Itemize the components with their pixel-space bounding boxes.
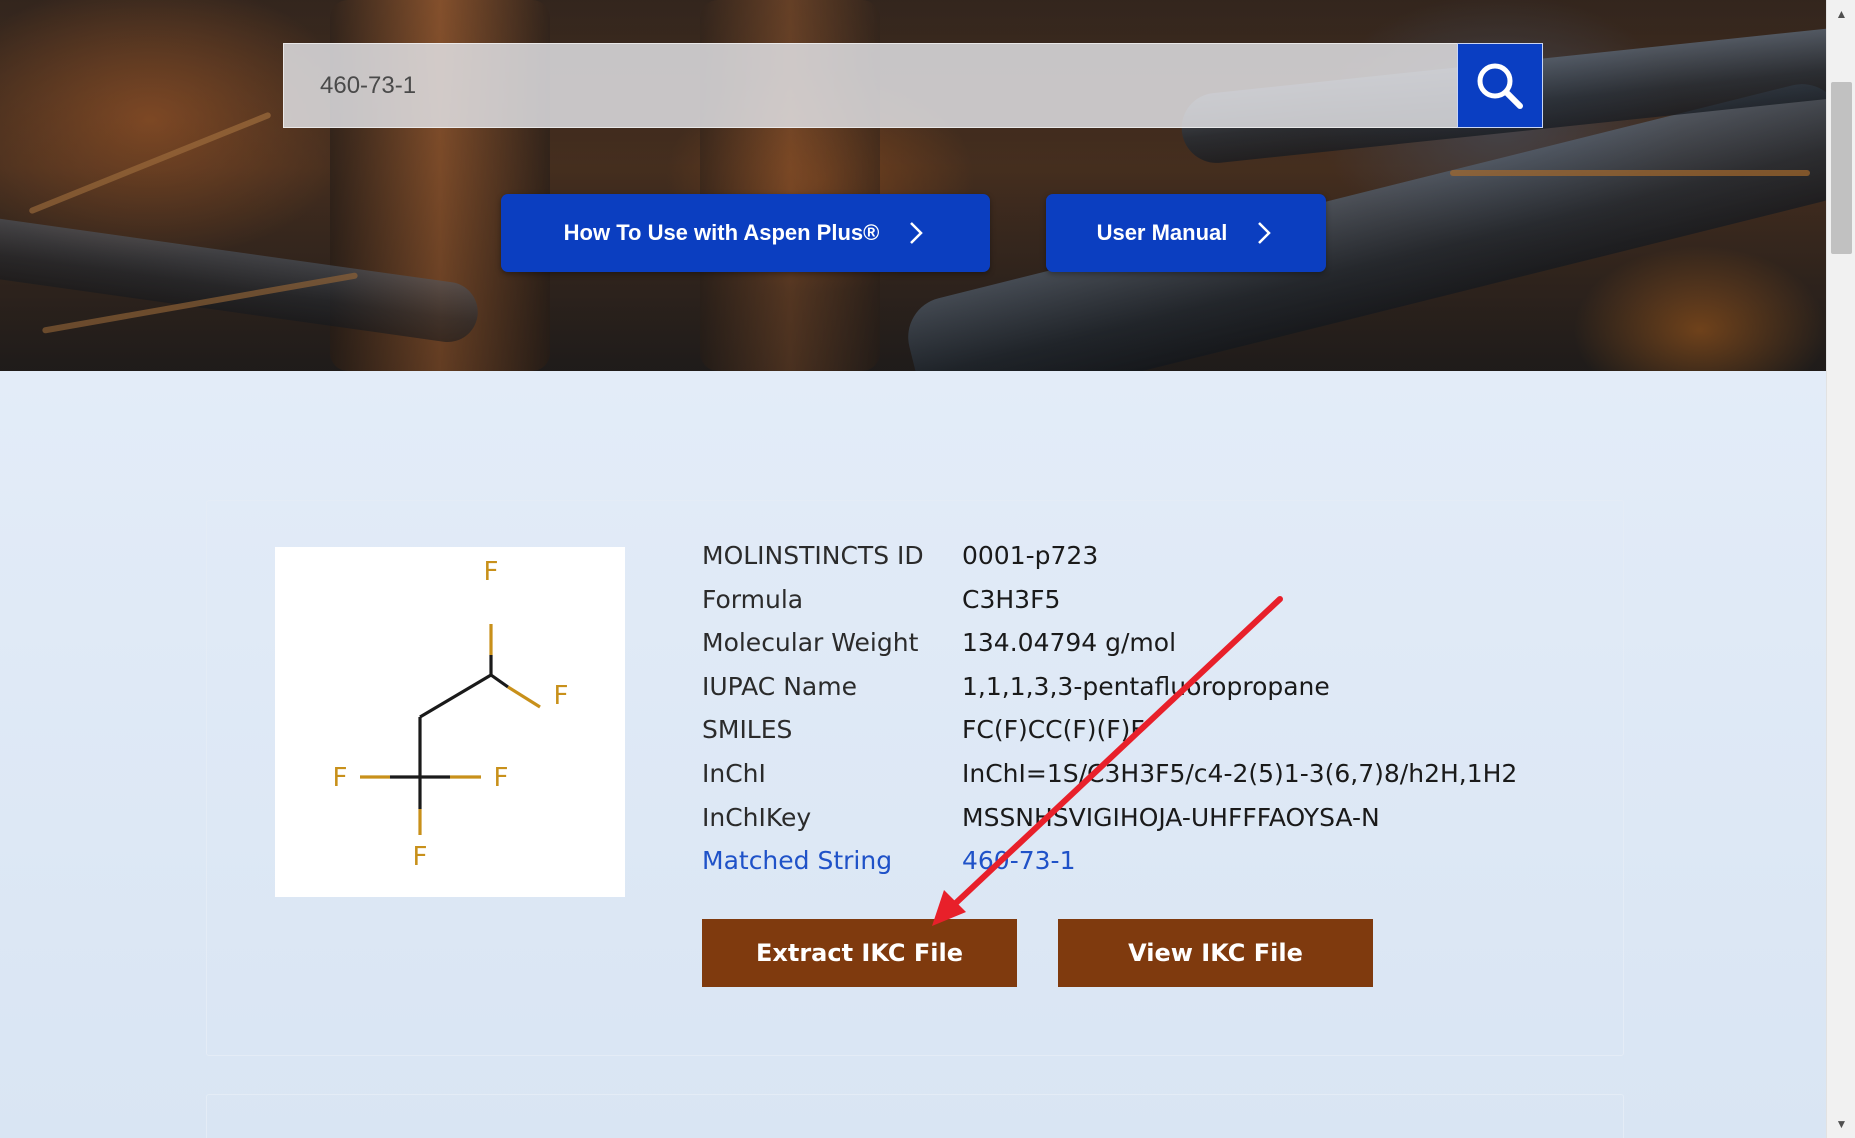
property-label: MOLINSTINCTS ID xyxy=(702,541,924,570)
property-row-smiles: SMILES FC(F)CC(F)(F)F xyxy=(702,715,1602,759)
atom-label-fluorine: F xyxy=(413,842,428,872)
property-label: InChIKey xyxy=(702,802,812,832)
property-value: MSSNHSVIGIHOJA-UHFFFAOYSA-N xyxy=(962,802,1380,832)
user-manual-label: User Manual xyxy=(1096,220,1228,245)
property-label: SMILES xyxy=(702,715,793,745)
property-label: Formula xyxy=(702,584,804,614)
search-button[interactable] xyxy=(1457,43,1543,128)
matched-string-link-value[interactable]: 460-73-1 xyxy=(962,846,1075,875)
property-value: FC(F)CC(F)(F)F xyxy=(962,715,1145,745)
scroll-thumb[interactable] xyxy=(1831,82,1852,254)
aspen-plus-guide-button[interactable]: How To Use with Aspen Plus® xyxy=(501,194,990,272)
molecule-structure-image: F F F F F xyxy=(275,547,625,897)
property-row-molinstincts-id: MOLINSTINCTS ID 0001-p723 xyxy=(702,541,1602,585)
property-value: 0001-p723 xyxy=(962,541,1099,570)
compound-properties: MOLINSTINCTS ID 0001-p723 Formula C3H3F5… xyxy=(702,541,1602,890)
search-input[interactable] xyxy=(283,43,1458,128)
scroll-up-arrow-icon[interactable]: ▲ xyxy=(1827,2,1855,26)
page-scrollbar[interactable]: ▲ ▼ xyxy=(1826,0,1855,1138)
aspen-plus-guide-label: How To Use with Aspen Plus® xyxy=(563,220,880,245)
search-icon xyxy=(1477,63,1523,109)
atom-label-fluorine: F xyxy=(484,557,499,587)
property-value: C3H3F5 xyxy=(962,584,1061,614)
property-value: 134.04794 g/mol xyxy=(962,628,1177,658)
property-value: 1,1,1,3,3-pentafluoropropane xyxy=(962,671,1330,701)
property-row-formula: Formula C3H3F5 xyxy=(702,585,1602,629)
chevron-right-icon xyxy=(1258,222,1272,244)
atom-label-fluorine: F xyxy=(554,681,569,711)
property-label: InChI xyxy=(702,758,766,788)
property-row-inchi: InChI InChI=1S/C3H3F5/c4-2(5)1-3(6,7)8/h… xyxy=(702,759,1602,803)
extract-ikc-file-button[interactable]: Extract IKC File xyxy=(702,919,1017,987)
property-label: Molecular Weight xyxy=(702,628,919,658)
property-value: InChI=1S/C3H3F5/c4-2(5)1-3(6,7)8/h2H,1H2 xyxy=(962,758,1518,788)
property-row-matched-string[interactable]: Matched String 460-73-1 xyxy=(702,846,1602,890)
scroll-down-arrow-icon[interactable]: ▼ xyxy=(1827,1112,1855,1136)
property-label: IUPAC Name xyxy=(702,671,857,701)
property-row-molecular-weight: Molecular Weight 134.04794 g/mol xyxy=(702,628,1602,672)
property-row-iupac-name: IUPAC Name 1,1,1,3,3-pentafluoropropane xyxy=(702,672,1602,716)
view-ikc-file-button[interactable]: View IKC File xyxy=(1058,919,1373,987)
user-manual-button[interactable]: User Manual xyxy=(1046,194,1326,272)
molecule-structure-drawing: F F F F F xyxy=(333,557,569,872)
result-card-next xyxy=(206,1094,1624,1138)
matched-string-link-label[interactable]: Matched String xyxy=(702,846,892,875)
atom-label-fluorine: F xyxy=(494,763,509,793)
property-row-inchikey: InChIKey MSSNHSVIGIHOJA-UHFFFAOYSA-N xyxy=(702,803,1602,847)
chevron-right-icon xyxy=(910,222,924,244)
atom-label-fluorine: F xyxy=(333,763,348,793)
